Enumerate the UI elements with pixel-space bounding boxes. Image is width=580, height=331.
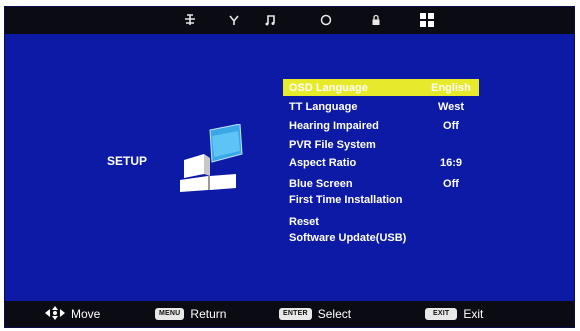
menu-item-label: PVR File System xyxy=(289,138,376,151)
menu-item-first-time-installation[interactable]: First Time Installation xyxy=(283,191,479,208)
tv-channel-icon[interactable] xyxy=(181,11,199,29)
menu-item-label: TT Language xyxy=(289,100,358,113)
hint-return-label: Return xyxy=(190,307,227,321)
hint-exit: EXIT Exit xyxy=(425,301,483,327)
hint-select-label: Select xyxy=(317,307,352,321)
hint-move: Move xyxy=(45,301,100,327)
menu-item-aspect-ratio[interactable]: Aspect Ratio 16:9 xyxy=(283,154,479,171)
hint-return: MENU Return xyxy=(155,301,226,327)
hint-exit-label: Exit xyxy=(463,307,484,321)
menu-item-label: OSD Language xyxy=(289,81,368,94)
menu-item-tt-language[interactable]: TT Language West xyxy=(283,98,479,115)
exit-key-icon: EXIT xyxy=(425,308,458,320)
menu-item-value: Off xyxy=(443,119,459,132)
menu-item-hearing-impaired[interactable]: Hearing Impaired Off xyxy=(283,117,479,134)
help-bar: Move MENU Return ENTER Select EXIT Exit xyxy=(5,301,574,327)
menu-item-osd-language[interactable]: OSD Language English xyxy=(283,79,479,96)
menu-item-pvr-file-system[interactable]: PVR File System xyxy=(283,136,479,153)
navigation-arrows-icon xyxy=(45,305,65,323)
setup-grid-icon[interactable] xyxy=(418,11,436,29)
setup-illustration-icon xyxy=(180,123,244,197)
menu-item-label: Software Update(USB) xyxy=(289,231,407,244)
menu-item-reset[interactable]: Reset xyxy=(283,213,479,230)
menu-item-label: Hearing Impaired xyxy=(289,119,379,132)
menu-item-label: Blue Screen xyxy=(289,177,353,190)
antenna-icon[interactable] xyxy=(225,11,243,29)
hint-move-label: Move xyxy=(71,307,101,321)
menu-item-value: West xyxy=(437,100,465,113)
menu-item-value: Off xyxy=(443,177,459,190)
music-note-icon[interactable] xyxy=(261,11,279,29)
page-title: SETUP xyxy=(107,154,148,168)
menu-key-icon: MENU xyxy=(155,308,185,320)
clock-icon[interactable] xyxy=(317,11,335,29)
hint-select: ENTER Select xyxy=(279,301,351,327)
menu-item-label: Aspect Ratio xyxy=(289,156,357,169)
osd-window: SETUP OSD Language English TT Language W… xyxy=(4,6,575,328)
lock-icon[interactable] xyxy=(367,11,385,29)
menu-item-label: First Time Installation xyxy=(289,193,403,206)
menu-item-value: 16:9 xyxy=(439,156,463,169)
menu-item-blue-screen[interactable]: Blue Screen Off xyxy=(283,175,479,192)
top-tab-bar xyxy=(5,7,574,34)
menu-item-software-update[interactable]: Software Update(USB) xyxy=(283,229,479,246)
enter-key-icon: ENTER xyxy=(279,308,312,320)
menu-item-value: English xyxy=(431,81,471,94)
menu-item-label: Reset xyxy=(289,215,319,228)
